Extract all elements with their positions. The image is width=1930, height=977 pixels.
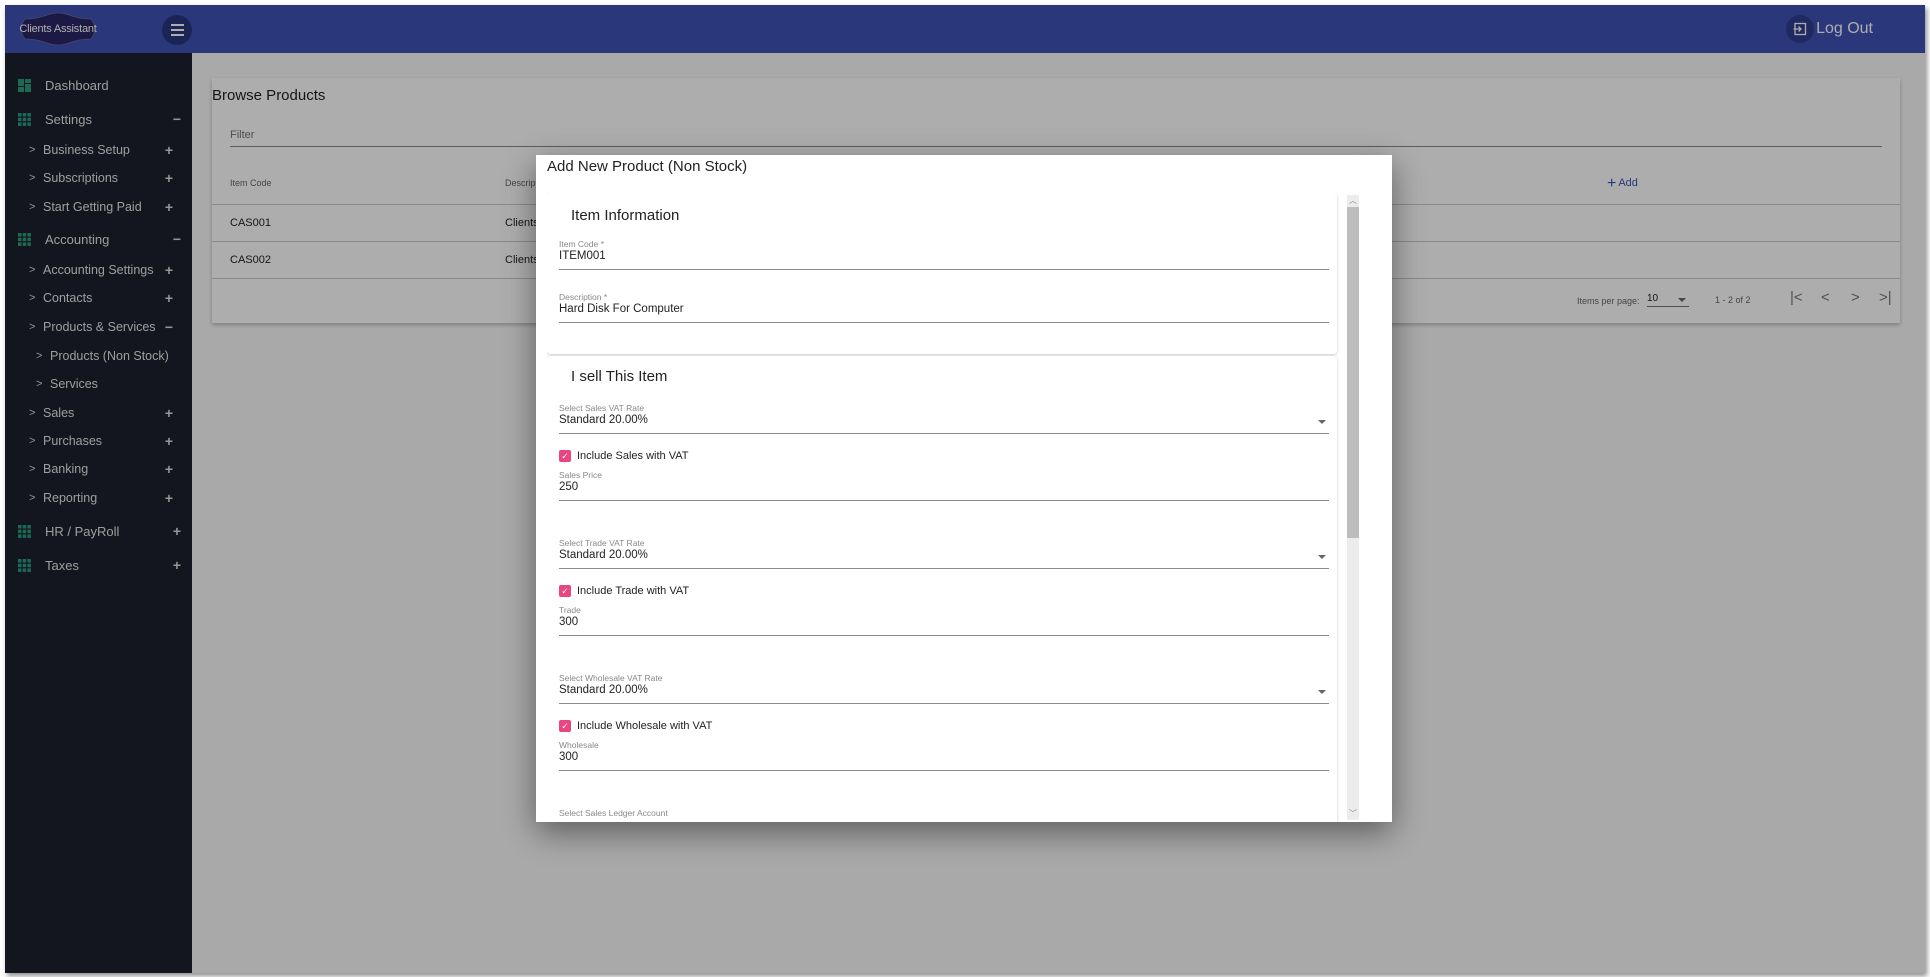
include-trade-vat-checkbox[interactable]: ✓ Include Trade with VAT [559, 584, 689, 598]
wholesale-input[interactable]: 300 [559, 751, 578, 763]
add-product-dialog: Add New Product (Non Stock) Item Informa… [536, 155, 1392, 822]
trade-vat-rate-value: Standard 20.00% [559, 549, 648, 561]
checkbox-checked-icon: ✓ [559, 720, 571, 732]
checkbox-checked-icon: ✓ [559, 450, 571, 462]
trade-input[interactable]: 300 [559, 616, 578, 628]
field-label: Select Sales Ledger Account [559, 808, 668, 818]
wholesale-vat-rate-select[interactable]: Select Wholesale VAT Rate Standard 20.00… [559, 673, 1329, 704]
sales-vat-rate-value: Standard 20.00% [559, 414, 648, 426]
sales-vat-rate-select[interactable]: Select Sales VAT Rate Standard 20.00% [559, 403, 1329, 434]
checkbox-label: Include Trade with VAT [577, 585, 690, 597]
trade-vat-rate-select[interactable]: Select Trade VAT Rate Standard 20.00% [559, 538, 1329, 569]
include-sales-vat-checkbox[interactable]: ✓ Include Sales with VAT [559, 449, 688, 463]
dropdown-arrow-icon [1318, 420, 1326, 424]
wholesale-field[interactable]: Wholesale 300 [559, 740, 1329, 771]
dialog-scrollbar[interactable]: ︿ ﹀ [1347, 195, 1359, 820]
scroll-up-icon[interactable]: ︿ [1347, 195, 1359, 207]
field-label: Select Trade VAT Rate [559, 538, 645, 548]
checkbox-checked-icon: ✓ [559, 585, 571, 597]
scrollbar-thumb[interactable] [1347, 207, 1359, 538]
sales-ledger-account-select[interactable]: Select Sales Ledger Account [559, 808, 1329, 822]
item-information-section: Item Information Item Code * ITEM001 Des… [547, 193, 1337, 354]
description-field[interactable]: Description * Hard Disk For Computer [559, 292, 1329, 323]
sell-item-section: I sell This Item Select Sales VAT Rate S… [547, 356, 1337, 822]
checkbox-label: Include Sales with VAT [577, 450, 689, 462]
field-label: Select Wholesale VAT Rate [559, 673, 663, 683]
section-title: I sell This Item [571, 368, 668, 385]
dialog-title: Add New Product (Non Stock) [547, 158, 748, 175]
section-title: Item Information [571, 207, 680, 224]
sales-price-field[interactable]: Sales Price 250 [559, 470, 1329, 501]
checkbox-label: Include Wholesale with VAT [577, 720, 713, 732]
description-input[interactable]: Hard Disk For Computer [559, 303, 684, 315]
dialog-content: Item Information Item Code * ITEM001 Des… [547, 193, 1347, 822]
dropdown-arrow-icon [1318, 555, 1326, 559]
item-code-input[interactable]: ITEM001 [559, 250, 606, 262]
field-label: Item Code * [559, 239, 604, 249]
field-label: Sales Price [559, 470, 602, 480]
item-code-field[interactable]: Item Code * ITEM001 [559, 239, 1329, 270]
sales-price-input[interactable]: 250 [559, 481, 578, 493]
field-label: Trade [559, 605, 581, 615]
trade-field[interactable]: Trade 300 [559, 605, 1329, 636]
include-wholesale-vat-checkbox[interactable]: ✓ Include Wholesale with VAT [559, 719, 712, 733]
field-label: Description * [559, 292, 608, 302]
field-label: Wholesale [559, 740, 599, 750]
field-label: Select Sales VAT Rate [559, 403, 645, 413]
app-window: Browse Products Item Code Description +A… [5, 5, 1925, 973]
scroll-down-icon[interactable]: ﹀ [1347, 808, 1359, 820]
wholesale-vat-rate-value: Standard 20.00% [559, 684, 648, 696]
dropdown-arrow-icon [1318, 690, 1326, 694]
